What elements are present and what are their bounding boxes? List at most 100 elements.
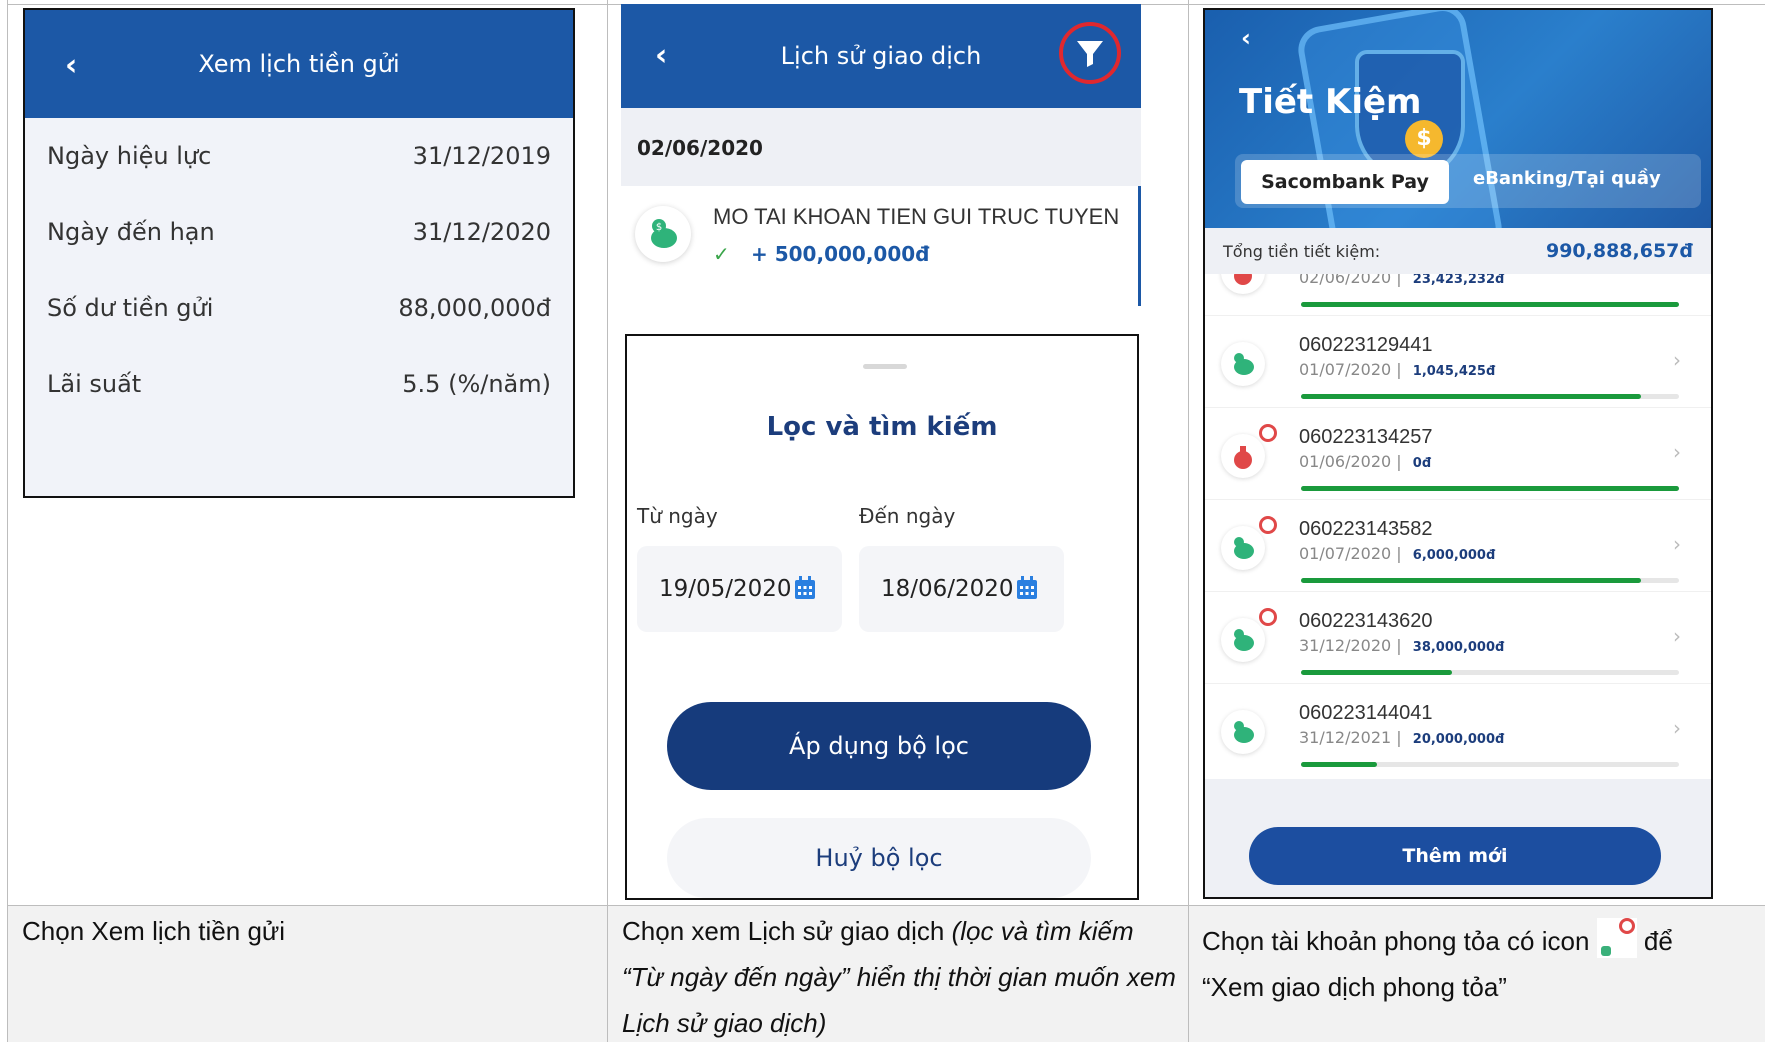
account-amount: 38,000,000đ bbox=[1412, 640, 1505, 655]
page-title: Xem lịch tiền gửi bbox=[198, 50, 400, 78]
table-border-left bbox=[7, 0, 8, 1042]
caption-3-suffix: để bbox=[1643, 926, 1673, 956]
account-date: 31/12/2020 bbox=[1299, 636, 1392, 655]
caption-3-prefix: Chọn tài khoản phong tỏa có icon bbox=[1202, 926, 1590, 956]
blocked-icon bbox=[1259, 424, 1277, 442]
account-amount: 23,423,232đ bbox=[1412, 274, 1505, 287]
caption-1: Chọn Xem lịch tiền gửi bbox=[22, 916, 286, 946]
filter-sheet: Lọc và tìm kiếm Từ ngày Đến ngày 19/05/2… bbox=[625, 334, 1139, 900]
blocked-icon bbox=[1259, 516, 1277, 534]
drag-handle[interactable] bbox=[863, 364, 907, 369]
chevron-right-icon: › bbox=[1673, 624, 1681, 648]
table-divider-1 bbox=[607, 0, 608, 1042]
page-title: Tiết Kiệm bbox=[1239, 82, 1422, 122]
account-meta: 02/06/2020 | 23,423,232đ bbox=[1299, 274, 1504, 287]
tab-ebanking[interactable]: eBanking/Tại quầy bbox=[1473, 168, 1661, 189]
progress-bar bbox=[1301, 670, 1679, 675]
account-amount: 0đ bbox=[1412, 456, 1432, 471]
account-meta: 01/06/2020 | 0đ bbox=[1299, 452, 1432, 471]
filter-button[interactable] bbox=[1059, 22, 1121, 84]
account-amount: 1,045,425đ bbox=[1412, 364, 1496, 379]
detail-label: Lãi suất bbox=[47, 370, 142, 398]
piggy-bank-icon bbox=[1221, 710, 1265, 754]
transaction-item[interactable]: $ MO TAI KHOAN TIEN GUI TRUC TUYEN ✓ + 5… bbox=[621, 186, 1141, 306]
to-date-field[interactable]: 18/06/2020 bbox=[859, 546, 1064, 632]
progress-bar bbox=[1301, 486, 1679, 491]
sheet-title: Lọc và tìm kiếm bbox=[766, 412, 998, 442]
progress-fill bbox=[1301, 578, 1642, 583]
tab-sacombank-pay[interactable]: Sacombank Pay bbox=[1241, 160, 1449, 204]
detail-value: 5.5 (%/năm) bbox=[402, 370, 551, 398]
table-divider-2 bbox=[1188, 0, 1189, 1042]
list-item[interactable]: 060223134257 01/06/2020 | 0đ › bbox=[1205, 408, 1711, 500]
chevron-right-icon: › bbox=[1673, 348, 1681, 372]
piggy-bank-icon: $ bbox=[635, 206, 691, 262]
transaction-amount: + 500,000,000đ bbox=[751, 242, 930, 266]
from-date-field[interactable]: 19/05/2020 bbox=[637, 546, 842, 632]
caption-2: Chọn xem Lịch sử giao dịch (lọc và tìm k… bbox=[622, 908, 1178, 1042]
progress-bar bbox=[1301, 762, 1679, 767]
svg-text:$: $ bbox=[656, 222, 662, 233]
progress-fill bbox=[1301, 670, 1453, 675]
blocked-account-icon bbox=[1596, 918, 1637, 958]
total-savings-bar: Tổng tiền tiết kiệm: 990,888,657đ bbox=[1205, 228, 1711, 274]
detail-value: 31/12/2020 bbox=[412, 218, 551, 246]
detail-value: 88,000,000đ bbox=[398, 294, 551, 322]
total-label: Tổng tiền tiết kiệm: bbox=[1223, 241, 1381, 261]
money-bag-icon bbox=[1221, 274, 1265, 294]
date-group-header: 02/06/2020 bbox=[621, 108, 1141, 186]
account-number: 060223143620 bbox=[1299, 610, 1433, 632]
account-date: 01/07/2020 bbox=[1299, 360, 1392, 379]
detail-row: Lãi suất 5.5 (%/năm) bbox=[25, 346, 573, 422]
account-number: 060223134257 bbox=[1299, 426, 1433, 448]
chevron-right-icon: › bbox=[1673, 716, 1681, 740]
cancel-filter-button[interactable]: Huỷ bộ lọc bbox=[667, 818, 1091, 898]
account-amount: 20,000,000đ bbox=[1412, 732, 1505, 747]
account-date: 31/12/2021 bbox=[1299, 728, 1392, 747]
piggy-bank-icon bbox=[1221, 342, 1265, 386]
detail-label: Số dư tiền gửi bbox=[47, 294, 214, 322]
channel-tabs: Sacombank Pay eBanking/Tại quầy bbox=[1235, 154, 1701, 208]
list-item[interactable]: 060223143582 01/07/2020 | 6,000,000đ › bbox=[1205, 500, 1711, 592]
add-new-button[interactable]: Thêm mới bbox=[1249, 827, 1661, 885]
account-list: 02/06/2020 | 23,423,232đ › 060223129441 … bbox=[1205, 274, 1711, 774]
back-icon[interactable]: ‹ bbox=[1241, 24, 1251, 52]
chevron-right-icon: › bbox=[1673, 274, 1681, 280]
account-date: 01/07/2020 bbox=[1299, 544, 1392, 563]
money-bag-icon bbox=[1221, 434, 1265, 478]
detail-row: Số dư tiền gửi 88,000,000đ bbox=[25, 270, 573, 346]
chevron-right-icon: › bbox=[1673, 440, 1681, 464]
detail-list: Ngày hiệu lực 31/12/2019 Ngày đến hạn 31… bbox=[25, 118, 573, 422]
chevron-right-icon: › bbox=[1673, 532, 1681, 556]
to-date-value: 18/06/2020 bbox=[881, 576, 1014, 602]
list-item[interactable]: 02/06/2020 | 23,423,232đ › bbox=[1205, 274, 1711, 316]
detail-label: Ngày hiệu lực bbox=[47, 142, 212, 170]
footer: Thêm mới bbox=[1205, 779, 1711, 897]
filter-icon bbox=[1077, 41, 1103, 67]
from-date-value: 19/05/2020 bbox=[659, 576, 792, 602]
account-meta: 31/12/2020 | 38,000,000đ bbox=[1299, 636, 1505, 655]
deposit-schedule-screen: ‹ Xem lịch tiền gửi Ngày hiệu lực 31/12/… bbox=[23, 8, 575, 498]
savings-screen: $ ‹ Tiết Kiệm Sacombank Pay eBanking/Tại… bbox=[1203, 8, 1713, 899]
piggy-bank-icon bbox=[1221, 618, 1265, 662]
caption-2-bold: Lịch sử giao dịch bbox=[747, 916, 945, 946]
transaction-title: MO TAI KHOAN TIEN GUI TRUC TUYEN bbox=[713, 204, 1120, 229]
progress-bar bbox=[1301, 578, 1679, 583]
account-amount: 6,000,000đ bbox=[1412, 548, 1496, 563]
caption-2-prefix: Chọn xem bbox=[622, 916, 748, 946]
account-date: 01/06/2020 bbox=[1299, 452, 1392, 471]
calendar-icon[interactable] bbox=[794, 576, 816, 600]
piggy-bank-icon bbox=[1221, 526, 1265, 570]
list-item[interactable]: 060223129441 01/07/2020 | 1,045,425đ › bbox=[1205, 316, 1711, 408]
calendar-icon[interactable] bbox=[1016, 576, 1038, 600]
list-item[interactable]: 060223144041 31/12/2021 | 20,000,000đ › bbox=[1205, 684, 1711, 774]
apply-filter-button[interactable]: Áp dụng bộ lọc bbox=[667, 702, 1091, 790]
detail-row: Ngày đến hạn 31/12/2020 bbox=[25, 194, 573, 270]
blocked-icon bbox=[1259, 608, 1277, 626]
header-bar: ‹ Lịch sử giao dịch bbox=[621, 4, 1141, 108]
progress-fill bbox=[1301, 762, 1377, 767]
detail-row: Ngày hiệu lực 31/12/2019 bbox=[25, 118, 573, 194]
list-item[interactable]: 060223143620 31/12/2020 | 38,000,000đ › bbox=[1205, 592, 1711, 684]
to-date-label: Đến ngày bbox=[859, 504, 956, 528]
account-meta: 01/07/2020 | 1,045,425đ bbox=[1299, 360, 1496, 379]
